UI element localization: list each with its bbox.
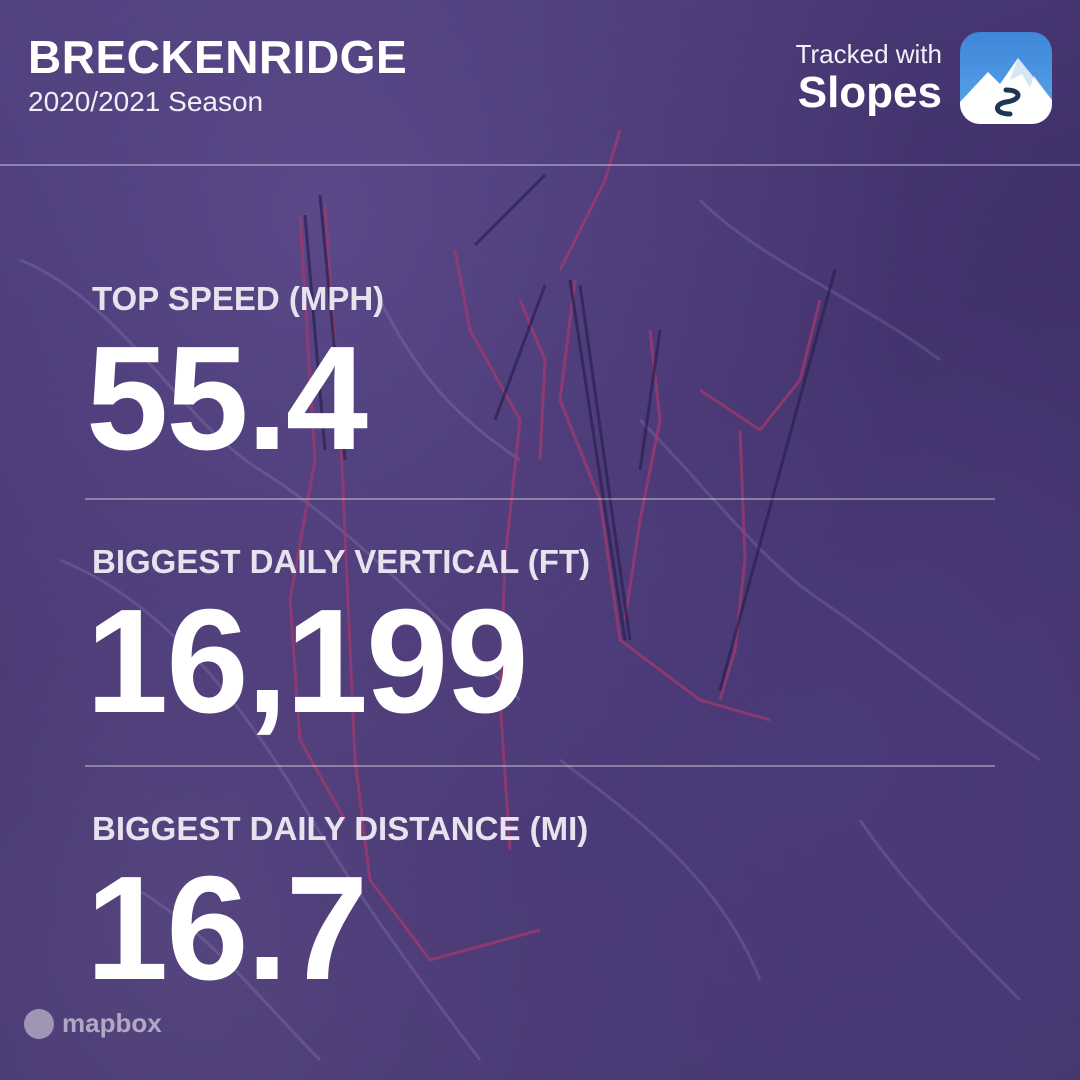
slopes-app-icon — [960, 32, 1052, 124]
stat-value: 55.4 — [86, 316, 368, 481]
stat-daily-vertical: BIGGEST DAILY VERTICAL (FT) 16,199 — [86, 543, 591, 736]
mapbox-logo-icon — [24, 1008, 54, 1039]
header: BRECKENRIDGE 2020/2021 Season — [28, 34, 407, 116]
stat-divider — [85, 765, 995, 767]
tracked-with-label: Tracked with — [795, 39, 942, 69]
stat-label: TOP SPEED (MPH) — [92, 280, 385, 317]
season-label: 2020/2021 Season — [28, 86, 264, 117]
stat-daily-distance: BIGGEST DAILY DISTANCE (MI) 16.7 — [86, 810, 589, 1003]
mapbox-label: mapbox — [62, 1008, 162, 1038]
app-name: Slopes — [797, 68, 942, 117]
mountain-icon — [960, 58, 1052, 124]
season-stats-card: BRECKENRIDGE 2020/2021 Season Tracked wi… — [0, 0, 1080, 1080]
stat-label: BIGGEST DAILY VERTICAL (FT) — [92, 543, 591, 580]
stat-value: 16,199 — [86, 579, 529, 744]
stat-divider — [85, 498, 995, 500]
brand-badge: Tracked with Slopes — [796, 32, 1052, 124]
mapbox-attribution[interactable]: mapbox — [24, 1008, 162, 1039]
brand-text: Tracked with Slopes — [796, 41, 942, 115]
stat-top-speed: TOP SPEED (MPH) 55.4 — [86, 280, 385, 473]
header-divider — [0, 164, 1080, 166]
resort-name: BRECKENRIDGE — [28, 31, 408, 83]
stat-label: BIGGEST DAILY DISTANCE (MI) — [92, 810, 589, 847]
stat-value: 16.7 — [86, 846, 368, 1011]
